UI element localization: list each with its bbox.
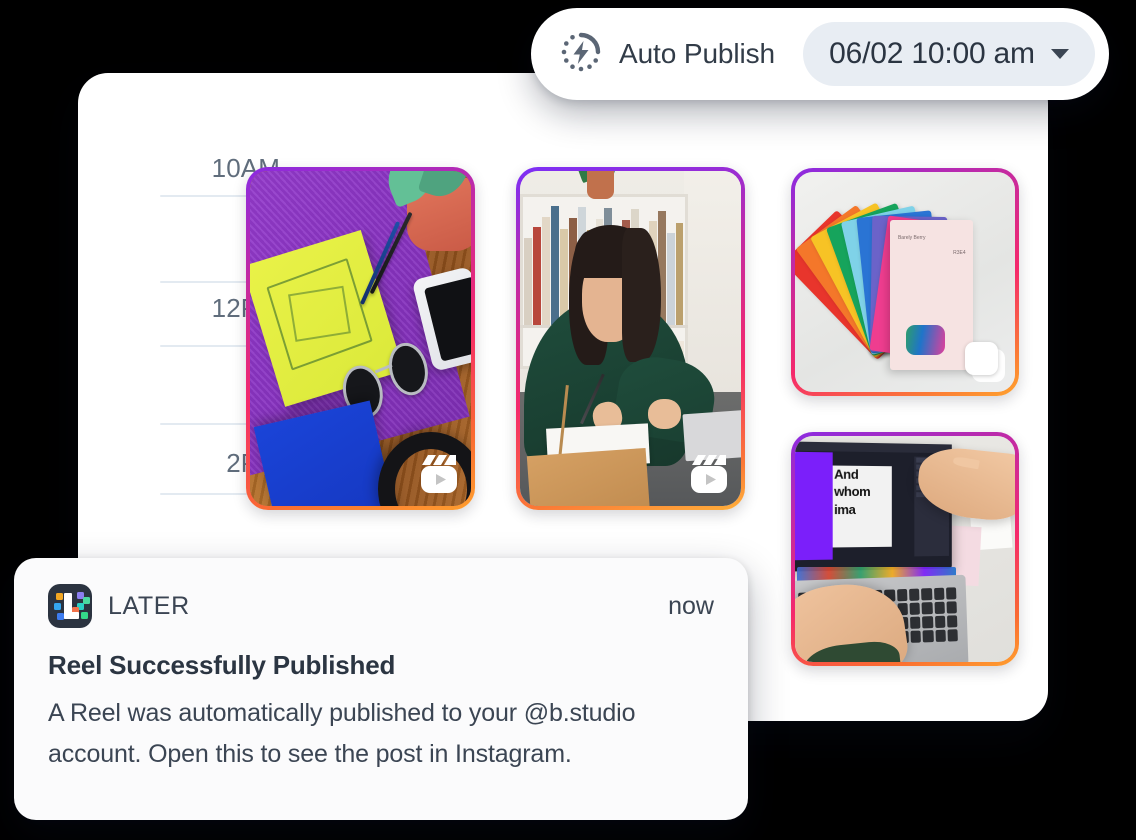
keyboard-key (947, 629, 959, 642)
keyboard-key (923, 629, 935, 643)
grid-line (160, 281, 250, 283)
post-desk-flatlay[interactable] (246, 167, 475, 510)
schedule-datetime-value: 06/02 10:00 am (829, 37, 1035, 70)
notification-header: LATER now (48, 584, 714, 628)
notification-timestamp: now (668, 591, 714, 620)
screen-word: And (833, 466, 858, 482)
keyboard-key (922, 615, 934, 629)
keyboard-key (910, 616, 922, 629)
reel-badge-icon (416, 451, 462, 497)
post-thumbnail (250, 171, 471, 506)
keyboard-key (946, 586, 958, 600)
screen-word: ima (833, 501, 856, 517)
post-thumbnail (520, 171, 741, 506)
post-laptop-designing[interactable]: And whom ima (791, 432, 1019, 666)
grid-line (160, 195, 250, 197)
notification-body: A Reel was automatically published to yo… (48, 699, 636, 768)
keyboard-key (935, 629, 947, 642)
keyboard-key (909, 602, 921, 615)
book-spine (542, 216, 551, 326)
swatch-code: R3E4 (953, 250, 966, 257)
screen-word: whom (833, 483, 870, 500)
book-spine (666, 233, 675, 326)
book-spine (675, 222, 684, 326)
laptop-designing-photo: And whom ima (795, 436, 1015, 662)
schedule-datetime-dropdown[interactable]: 06/02 10:00 am (803, 22, 1095, 86)
keyboard-key (935, 615, 946, 628)
grid-line (160, 493, 250, 495)
keyboard-key (897, 588, 908, 602)
reel-badge-icon (686, 451, 732, 497)
swatch-label: Barely Berry (897, 235, 926, 242)
book-spine (551, 205, 559, 326)
notification-app-name: LATER (108, 591, 190, 620)
grid-line (160, 423, 250, 425)
notification-title: Reel Successfully Published (48, 650, 396, 680)
post-thumbnail: Barely Berry R3E4 (795, 172, 1015, 392)
post-color-swatches[interactable]: Barely Berry R3E4 (791, 168, 1019, 396)
keyboard-key (934, 601, 946, 614)
post-thumbnail: And whom ima (795, 436, 1015, 662)
notification-card[interactable]: LATER now Reel Successfully Published A … (14, 558, 748, 820)
keyboard-key (934, 587, 945, 600)
keyboard-key (922, 601, 934, 615)
book-spine (533, 227, 542, 326)
keyboard-key (909, 588, 921, 601)
post-person-writing[interactable] (516, 167, 745, 510)
chevron-down-icon[interactable] (1050, 49, 1069, 59)
keyboard-key (921, 587, 933, 601)
later-app-logo-icon (48, 584, 92, 628)
auto-publish-lightning-icon (559, 30, 603, 79)
carousel-badge-icon (961, 338, 1005, 382)
screenshot-root: 10AM 12PM 2PM (0, 0, 1136, 840)
keyboard-key (910, 630, 922, 643)
auto-publish-label: Auto Publish (619, 38, 776, 69)
keyboard-key (947, 615, 959, 628)
keyboard-key (946, 600, 958, 614)
book-spine (524, 238, 533, 326)
auto-publish-bar: Auto Publish 06/02 10:00 am (531, 8, 1109, 100)
grid-line (160, 345, 250, 347)
